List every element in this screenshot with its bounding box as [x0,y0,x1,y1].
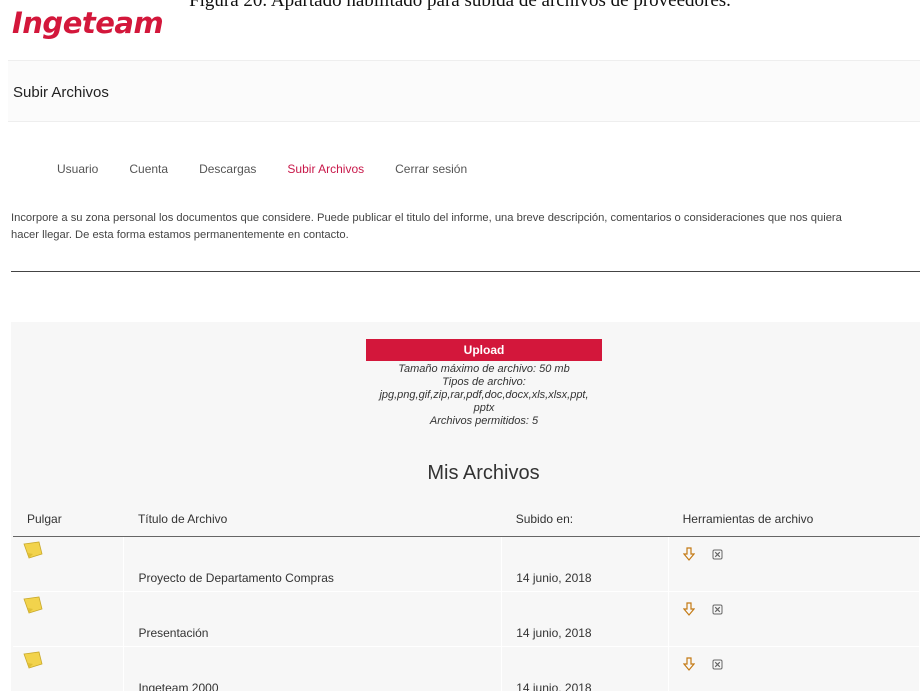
nav-item-cerrar-sesion[interactable]: Cerrar sesión [395,162,467,176]
max-size-text: Tamaño máximo de archivo: 50 mb [398,363,570,375]
download-arrow-icon[interactable] [683,657,696,672]
account-nav: Usuario Cuenta Descargas Subir Archivos … [57,162,498,176]
nav-item-subir-archivos[interactable]: Subir Archivos [287,162,364,176]
file-date: 14 junio, 2018 [501,536,670,592]
file-date: 14 junio, 2018 [501,591,670,647]
intro-line-1: Incorpore a su zona personal los documen… [11,212,842,224]
table-row: Proyecto de Departamento Compras 14 juni… [13,536,920,592]
nav-item-usuario[interactable]: Usuario [57,162,98,176]
download-arrow-icon[interactable] [683,547,696,562]
upload-panel: Upload Tamaño máximo de archivo: 50 mb T… [11,322,920,691]
divider [11,271,920,272]
page-header: Subir Archivos [8,60,920,122]
page-title: Subir Archivos [13,84,109,101]
file-date: 14 junio, 2018 [501,646,670,691]
column-header-tools: Herramientas de archivo [668,503,920,537]
files-table: Pulgar Título de Archivo Subido en: Herr… [13,503,920,691]
file-tools [668,591,920,647]
delete-x-icon[interactable] [712,549,723,560]
file-types-line-1: jpg,png,gif,zip,rar,pdf,doc,docx,xls,xls… [379,389,589,401]
sticky-note-icon[interactable] [23,651,43,669]
nav-item-descargas[interactable]: Descargas [199,162,256,176]
column-header-title: Título de Archivo [123,503,502,537]
upload-button[interactable]: Upload [366,339,602,361]
files-section-title: Mis Archivos [427,462,540,484]
thumb-cell [13,536,125,592]
file-title: Presentación [123,591,503,647]
file-tools [668,536,920,592]
table-row: Presentación 14 junio, 2018 [13,591,920,647]
file-types-line-2: pptx [473,402,495,414]
allowed-files-text: Archivos permitidos: 5 [429,415,539,427]
sticky-note-icon[interactable] [23,596,43,614]
file-types-label: Tipos de archivo: [442,376,526,388]
table-row: Ingeteam 2000 14 junio, 2018 [13,646,920,691]
delete-x-icon[interactable] [712,659,723,670]
upload-box: Upload Tamaño máximo de archivo: 50 mb T… [366,339,602,428]
column-header-thumb: Pulgar [13,503,124,537]
thumb-cell [13,591,125,647]
delete-x-icon[interactable] [712,604,723,615]
column-header-date: Subido en: [501,503,669,537]
file-tools [668,646,920,691]
ingeteam-logo[interactable]: Ingeteam [12,6,164,40]
table-header-row: Pulgar Título de Archivo Subido en: Herr… [13,503,920,537]
nav-item-cuenta[interactable]: Cuenta [129,162,168,176]
thumb-cell [13,646,125,691]
sticky-note-icon[interactable] [23,541,43,559]
download-arrow-icon[interactable] [683,602,696,617]
upload-info: Tamaño máximo de archivo: 50 mb Tipos de… [366,363,602,428]
file-title: Proyecto de Departamento Compras [123,536,503,592]
file-title: Ingeteam 2000 [123,646,503,691]
intro-line-2: hacer llegar. De esta forma estamos perm… [11,229,349,241]
intro-text: Incorpore a su zona personal los documen… [11,210,920,244]
